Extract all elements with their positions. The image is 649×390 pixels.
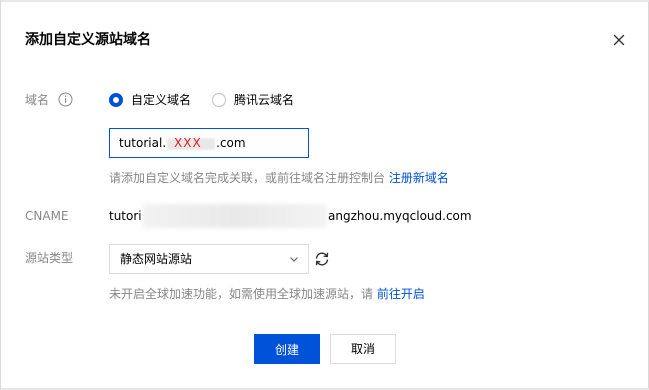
register-domain-link[interactable]: 注册新域名 xyxy=(389,171,449,185)
radio-tencent-domain[interactable]: 腾讯云域名 xyxy=(212,91,294,109)
cname-value-prefix: tutori xyxy=(109,209,142,223)
origin-type-select[interactable]: 静态网站源站 xyxy=(109,244,309,274)
cname-label: CNAME xyxy=(25,209,69,223)
cancel-button[interactable]: 取消 xyxy=(330,334,396,364)
domain-input-suffix: .com xyxy=(216,136,246,150)
close-button[interactable] xyxy=(609,30,629,50)
radio-tencent-domain-label: 腾讯云域名 xyxy=(234,93,295,107)
origin-hint: 未开启全球加速功能，如需使用全球加速源站，请 前往开启 xyxy=(109,286,425,302)
domain-hint-text: 请添加自定义域名完成关联，或前往域名注册控制台 xyxy=(109,171,386,185)
add-custom-origin-domain-dialog: 添加自定义源站域名 域名 自定义域名 腾讯云域名 tutorial. .com X… xyxy=(0,0,649,390)
radio-checked-icon xyxy=(109,93,123,107)
domain-label: 域名 xyxy=(25,93,50,107)
refresh-icon xyxy=(315,252,329,266)
origin-type-selected-value: 静态网站源站 xyxy=(120,252,193,266)
domain-input[interactable]: tutorial. .com XXX xyxy=(109,128,309,158)
dialog-title: 添加自定义源站域名 xyxy=(25,32,151,48)
chevron-down-icon xyxy=(290,257,298,262)
close-icon xyxy=(613,34,625,46)
cname-value-suffix: angzhou.myqcloud.com xyxy=(328,209,472,223)
domain-input-prefix: tutorial. xyxy=(119,136,167,150)
enable-global-acceleration-link[interactable]: 前往开启 xyxy=(377,287,425,301)
radio-custom-domain-label: 自定义域名 xyxy=(131,93,192,107)
dialog-top-edge xyxy=(1,0,649,2)
domain-redacted-annotation: XXX xyxy=(174,136,202,150)
create-button[interactable]: 创建 xyxy=(254,334,320,364)
refresh-button[interactable] xyxy=(313,250,331,268)
domain-hint: 请添加自定义域名完成关联，或前往域名注册控制台 注册新域名 xyxy=(109,170,449,186)
origin-hint-text: 未开启全球加速功能，如需使用全球加速源站，请 xyxy=(109,287,374,301)
radio-custom-domain[interactable]: 自定义域名 xyxy=(109,91,191,109)
cname-redaction xyxy=(143,204,327,228)
info-icon[interactable] xyxy=(58,92,73,107)
radio-unchecked-icon xyxy=(212,93,226,107)
origin-type-label: 源站类型 xyxy=(25,251,74,265)
